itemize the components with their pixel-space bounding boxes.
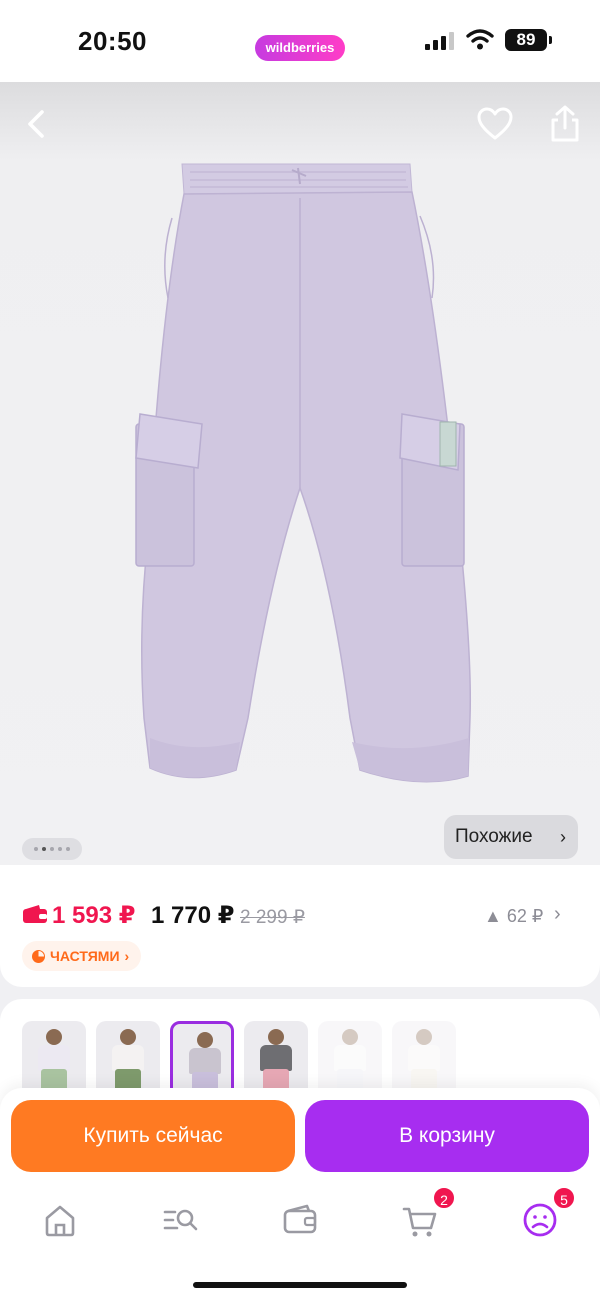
old-price: 2 299 ₽ [240, 907, 305, 928]
signal-icon [425, 32, 455, 50]
gallery-dot [50, 847, 54, 851]
thumb-figure-top [260, 1045, 292, 1071]
nav-cart[interactable]: 2 [400, 1186, 456, 1240]
cart-icon [402, 1207, 437, 1237]
gallery-dot [34, 847, 38, 851]
gallery-dots[interactable] [22, 838, 82, 860]
share-icon[interactable] [547, 104, 583, 144]
cargo-pants-image [135, 163, 472, 783]
buy-now-button[interactable]: Купить сейчас [11, 1100, 295, 1172]
profile-icon [523, 1203, 557, 1237]
thumb-figure-top [334, 1045, 366, 1071]
chevron-right-icon[interactable]: › [554, 903, 561, 926]
thumb-figure-top [112, 1045, 144, 1071]
gallery-dot [66, 847, 70, 851]
similar-label: Похожие [455, 826, 533, 847]
thumb-figure-top [189, 1048, 221, 1074]
brand-pill: wildberries [255, 35, 345, 61]
add-to-cart-button[interactable]: В корзину [305, 1100, 589, 1172]
profile-badge: 5 [552, 1186, 576, 1210]
price-change[interactable]: ▲ 62 ₽ [484, 906, 543, 927]
chevron-right-icon: › [560, 827, 566, 847]
thumb-figure-head [120, 1029, 136, 1045]
wallet-price: 1 593 ₽ [52, 902, 136, 929]
installments-icon [32, 949, 45, 963]
product-gallery[interactable]: Похожие › [0, 82, 600, 865]
catalog-search-icon[interactable] [160, 1200, 200, 1240]
thumb-figure-head [268, 1029, 284, 1045]
product-page: 20:50 wildberries 89 Похожие › 1 593 ₽ 1… [0, 0, 600, 1300]
thumb-figure-head [197, 1032, 213, 1048]
chevron-right-icon: › [124, 948, 130, 964]
thumb-figure-top [38, 1045, 70, 1071]
thumb-figure-head [46, 1029, 62, 1045]
cart-badge: 2 [432, 1186, 456, 1210]
wallet-icon [23, 905, 47, 923]
bottom-nav: 2 5 [0, 1186, 600, 1300]
thumb-figure-top [408, 1045, 440, 1071]
similar-button[interactable]: Похожие › [444, 815, 578, 859]
thumb-figure-head [342, 1029, 358, 1045]
thumb-figure-head [416, 1029, 432, 1045]
wallet-icon[interactable] [280, 1200, 320, 1240]
status-bar: 20:50 wildberries 89 [0, 0, 600, 82]
installments-label: ЧАСТЯМИ [50, 948, 120, 964]
home-icon[interactable] [40, 1200, 80, 1240]
nav-profile[interactable]: 5 [520, 1186, 576, 1240]
battery-indicator: 89 [505, 29, 552, 51]
installments-badge[interactable]: ЧАСТЯМИ › [22, 941, 142, 971]
gallery-dot [58, 847, 62, 851]
action-bar: Купить сейчас В корзину [0, 1088, 600, 1188]
home-indicator [193, 1282, 407, 1288]
status-time: 20:50 [78, 26, 147, 56]
gallery-dot-active [42, 847, 46, 851]
wifi-icon [466, 29, 494, 50]
chevron-left-icon[interactable] [18, 106, 54, 142]
heart-icon[interactable] [476, 106, 514, 142]
regular-price: 1 770 ₽ [151, 902, 235, 929]
price-section: 1 593 ₽ 1 770 ₽ 2 299 ₽ ▲ 62 ₽ › ЧАСТЯМИ… [0, 865, 600, 987]
